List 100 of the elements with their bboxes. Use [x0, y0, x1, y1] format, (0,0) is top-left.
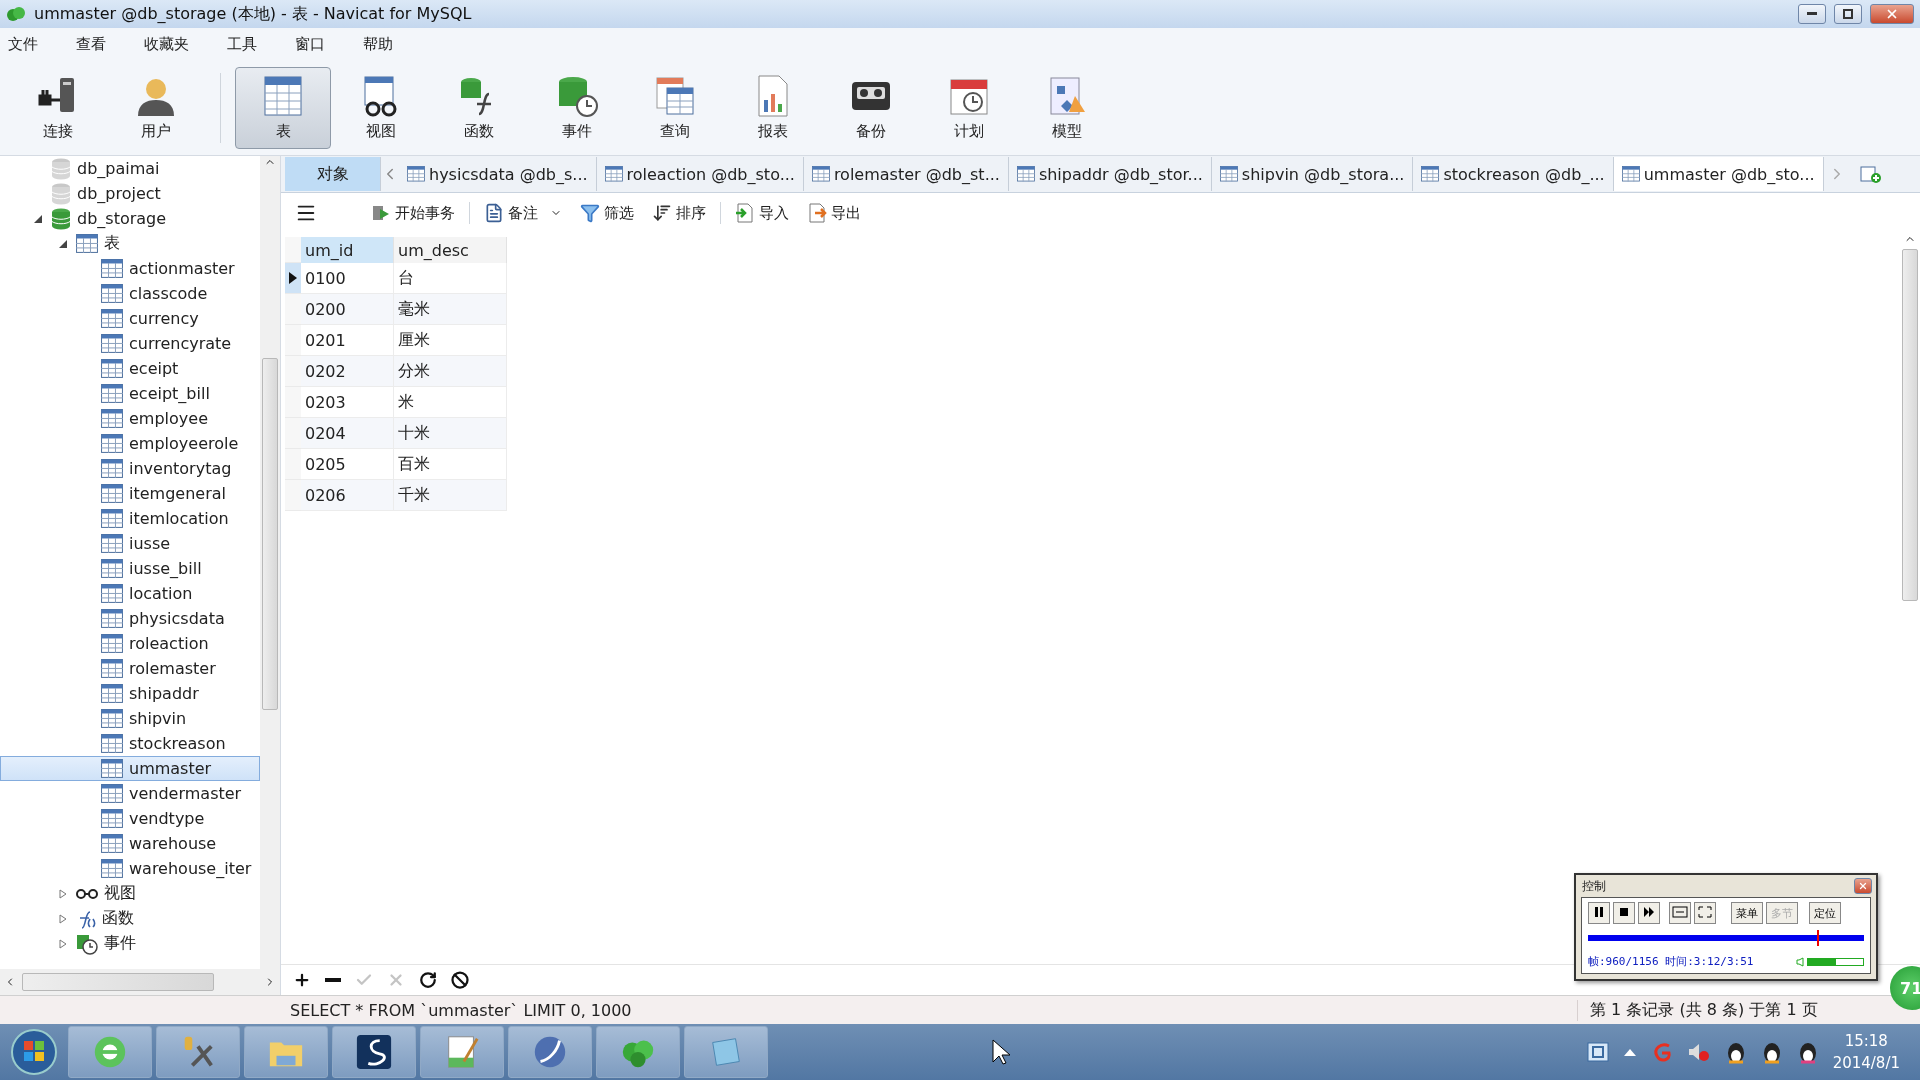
refresh-button[interactable] [419, 971, 437, 989]
fast-forward-button[interactable] [1638, 902, 1660, 924]
table-icon [811, 166, 830, 182]
scrollbar[interactable] [260, 156, 280, 969]
tree-item[interactable]: ummaster [0, 756, 260, 781]
pause-button[interactable] [1588, 902, 1610, 924]
toolbar-button[interactable]: 计划 [921, 66, 1017, 149]
collapsed-arrow-icon[interactable] [58, 938, 68, 949]
expanded-arrow-icon[interactable] [58, 238, 68, 249]
toolbar-button[interactable]: 报表 [725, 66, 821, 149]
control-button[interactable]: 菜单 [1731, 902, 1763, 924]
import-icon [735, 203, 755, 223]
tree-item[interactable]: db_project [0, 181, 260, 206]
toolbar-button[interactable]: 排序 [648, 201, 710, 225]
tree-item[interactable]: warehouse [0, 831, 260, 856]
tab[interactable]: roleaction @db_sto... [596, 157, 804, 191]
menu-item[interactable]: 文件 [8, 34, 50, 54]
tree-item[interactable]: location [0, 581, 260, 606]
tree-item[interactable]: 表 [0, 231, 260, 256]
table-cell: 米 [394, 387, 507, 418]
tab[interactable]: ummaster @db_sto... [1613, 157, 1824, 191]
tree-item[interactable]: 事件 [0, 931, 260, 956]
fit-window-button[interactable] [1669, 902, 1691, 924]
tree-item[interactable]: currency [0, 306, 260, 331]
database-icon [51, 182, 71, 205]
scrollbar[interactable] [0, 969, 280, 995]
tree-item[interactable]: roleaction [0, 631, 260, 656]
tree-item[interactable]: classcode [0, 281, 260, 306]
stop-button[interactable] [1613, 902, 1635, 924]
tree-item[interactable]: employee [0, 406, 260, 431]
toolbar-button[interactable]: 导入 [731, 201, 793, 225]
toolbar-button[interactable]: 开始事务 [367, 201, 459, 225]
tab[interactable]: rolemaster @db_st... [803, 157, 1009, 191]
tree-item[interactable]: itemlocation [0, 506, 260, 531]
tree-item[interactable]: iusse [0, 531, 260, 556]
tab[interactable]: stockreason @db_... [1413, 157, 1614, 191]
tab[interactable]: shipvin @db_stora... [1211, 157, 1414, 191]
tree-item[interactable]: employeerole [0, 431, 260, 456]
taskbar-button[interactable] [332, 1026, 416, 1078]
tree-item[interactable]: eceipt [0, 356, 260, 381]
toolbar-button[interactable]: 连接 [10, 66, 106, 149]
tree-item[interactable]: vendtype [0, 806, 260, 831]
tree-item[interactable]: shipaddr [0, 681, 260, 706]
stop-button[interactable] [451, 971, 469, 989]
toolbar-button[interactable]: 函数 [431, 66, 527, 149]
tree-item[interactable]: 视图 [0, 881, 260, 906]
tree-item[interactable]: itemgeneral [0, 481, 260, 506]
tree-item[interactable]: warehouse_iter [0, 856, 260, 881]
chevron-up-icon[interactable] [1622, 1047, 1637, 1057]
menu-item[interactable]: 工具 [227, 34, 269, 54]
row-indicator[interactable] [285, 263, 301, 294]
progress-marker[interactable] [1817, 930, 1820, 946]
toolbar-button[interactable]: 备注 [480, 201, 566, 225]
toolbar-button[interactable]: 备份 [823, 66, 919, 149]
tree-item[interactable]: inventorytag [0, 456, 260, 481]
toolbar-button[interactable]: 用户 [108, 66, 204, 149]
tree-item[interactable]: eceipt_bill [0, 381, 260, 406]
menu-item[interactable]: 查看 [76, 34, 118, 54]
tree-item[interactable]: vendermaster [0, 781, 260, 806]
close-button[interactable] [1854, 878, 1872, 894]
toolbar-button[interactable]: 模型 [1019, 66, 1115, 149]
tree-item[interactable]: rolemaster [0, 656, 260, 681]
tree-item[interactable]: db_paimai [0, 156, 260, 181]
close-button[interactable] [1870, 4, 1914, 24]
toolbar-button[interactable]: 导出 [803, 201, 865, 225]
fullscreen-button[interactable] [1694, 902, 1716, 924]
toolbar-button[interactable]: 查询 [627, 66, 723, 149]
tree-item[interactable]: db_storage [0, 206, 260, 231]
tab[interactable]: 对象 [285, 157, 381, 191]
tree-item[interactable]: actionmaster [0, 256, 260, 281]
minimize-button[interactable] [1798, 4, 1826, 24]
expanded-arrow-icon[interactable] [33, 213, 43, 224]
table-icon [604, 166, 623, 182]
control-button[interactable]: 定位 [1809, 902, 1841, 924]
volume-slider[interactable] [1807, 957, 1864, 966]
add-button[interactable] [293, 971, 311, 989]
toolbar-button[interactable]: 事件 [529, 66, 625, 149]
tab[interactable]: shipaddr @db_stor... [1008, 157, 1212, 191]
menu-item[interactable]: 帮助 [363, 34, 405, 54]
tree-item[interactable]: physicsdata [0, 606, 260, 631]
tree-item[interactable]: currencyrate [0, 331, 260, 356]
toolbar-button[interactable]: 视图 [333, 66, 429, 149]
collapsed-arrow-icon[interactable] [58, 913, 68, 924]
menu-item[interactable]: 收藏夹 [144, 34, 201, 54]
tree-item[interactable]: stockreason [0, 731, 260, 756]
column-header[interactable]: um_desc [394, 237, 507, 263]
muted-speaker-icon[interactable] [1686, 1041, 1711, 1063]
toolbar-button[interactable]: 表 [235, 66, 331, 149]
tree-item[interactable]: shipvin [0, 706, 260, 731]
maximize-button[interactable] [1834, 4, 1862, 24]
window-icon[interactable] [1586, 1041, 1609, 1063]
tab[interactable]: hysicsdata @db_s... [399, 157, 597, 191]
table-icon [101, 584, 123, 603]
collapsed-arrow-icon[interactable] [58, 888, 68, 899]
tree-item[interactable]: iusse_bill [0, 556, 260, 581]
tree-item[interactable]: 函数 [0, 906, 260, 931]
menu-item[interactable]: 窗口 [295, 34, 337, 54]
new-tab-icon[interactable] [1859, 164, 1882, 184]
column-header[interactable]: um_id [301, 237, 394, 263]
toolbar-button[interactable]: 筛选 [576, 201, 638, 225]
